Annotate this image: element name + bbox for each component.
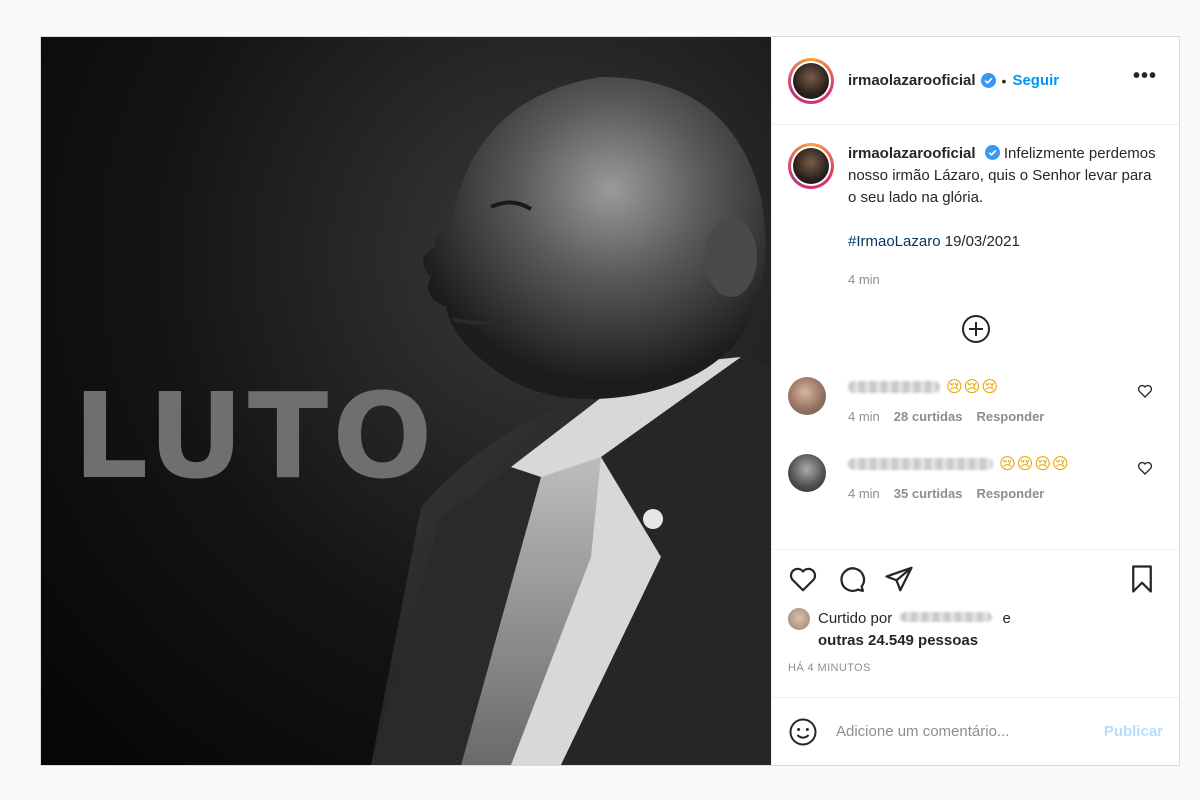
- liked-by-others[interactable]: outras 24.549 pessoas: [818, 632, 978, 649]
- post-header: irmaolazarooficial • Seguir •••: [772, 37, 1179, 125]
- post-caption: irmaolazarooficial Infelizmente perdemos…: [788, 143, 1163, 291]
- comment-emojis: 😢😢😢😢: [999, 456, 1070, 473]
- liked-by-conj: e: [1002, 610, 1011, 627]
- caption-username[interactable]: irmaolazarooficial: [848, 145, 976, 162]
- commenter-avatar[interactable]: [788, 454, 826, 492]
- blurred-liker-username[interactable]: [900, 612, 993, 622]
- author-username[interactable]: irmaolazarooficial: [848, 72, 976, 89]
- post-photo[interactable]: LUTO: [41, 37, 771, 765]
- comment-time: 4 min: [848, 486, 880, 501]
- follow-button[interactable]: Seguir: [1012, 72, 1059, 89]
- like-heart-icon[interactable]: [788, 564, 818, 594]
- post-actions: Curtido por e outras 24.549 pessoas HÁ 4…: [772, 549, 1179, 697]
- comment-likes[interactable]: 28 curtidas: [894, 409, 963, 424]
- verified-badge-icon: [980, 73, 996, 88]
- author-avatar[interactable]: [788, 57, 834, 104]
- share-paper-plane-icon[interactable]: [884, 564, 914, 594]
- like-comment-heart-icon[interactable]: [1137, 460, 1153, 476]
- caption-date: 19/03/2021: [944, 233, 1020, 250]
- comment-emojis: 😢😢😢: [946, 379, 1000, 396]
- caption-time: 4 min: [848, 272, 880, 287]
- comment-time: 4 min: [848, 409, 880, 424]
- comment-meta: 4 min 35 curtidas Responder: [848, 486, 1070, 501]
- blurred-username[interactable]: [848, 381, 940, 393]
- liker-avatar[interactable]: [788, 608, 810, 630]
- reply-button[interactable]: Responder: [976, 486, 1044, 501]
- add-comment-input[interactable]: [836, 723, 1104, 740]
- commenter-avatar[interactable]: [788, 377, 826, 415]
- comment-likes[interactable]: 35 curtidas: [894, 486, 963, 501]
- caption-avatar[interactable]: [788, 143, 834, 189]
- add-comment-bar: Publicar: [772, 697, 1179, 765]
- comment-bubble-icon[interactable]: [836, 564, 866, 594]
- comment-item: 😢😢😢😢 4 min 35 curtidas Responder: [788, 454, 1163, 501]
- like-comment-heart-icon[interactable]: [1137, 383, 1153, 399]
- save-bookmark-icon[interactable]: [1127, 564, 1157, 594]
- liked-by: Curtido por e outras 24.549 pessoas: [788, 608, 1163, 652]
- luto-overlay-text: LUTO: [73, 367, 437, 505]
- caption-text-block: irmaolazarooficial Infelizmente perdemos…: [848, 143, 1163, 291]
- post-timestamp[interactable]: HÁ 4 MINUTOS: [788, 662, 1163, 674]
- post-side-panel: irmaolazarooficial • Seguir ••• irmaolaz…: [771, 37, 1179, 765]
- reply-button[interactable]: Responder: [976, 409, 1044, 424]
- action-icons: [788, 564, 1163, 594]
- load-more-comments-plus-icon[interactable]: [961, 315, 990, 343]
- blurred-username[interactable]: [848, 458, 993, 470]
- liked-by-prefix: Curtido por: [818, 610, 893, 627]
- more-options-icon[interactable]: •••: [1133, 66, 1157, 86]
- separator-dot: •: [1001, 72, 1007, 89]
- comments-section: irmaolazarooficial Infelizmente perdemos…: [772, 125, 1179, 549]
- load-more-comments: [788, 315, 1163, 343]
- liked-by-text: Curtido por e outras 24.549 pessoas: [818, 608, 1011, 652]
- comment-meta: 4 min 28 curtidas Responder: [848, 409, 1044, 424]
- emoji-smiley-icon[interactable]: [788, 717, 818, 747]
- verified-badge-icon: [984, 145, 1000, 160]
- comment-body: 😢😢😢 4 min 28 curtidas Responder: [848, 377, 1044, 424]
- caption-hashtag[interactable]: #IrmaoLazaro: [848, 233, 941, 250]
- comment-body: 😢😢😢😢 4 min 35 curtidas Responder: [848, 454, 1070, 501]
- publish-button[interactable]: Publicar: [1104, 723, 1163, 740]
- comment-item: 😢😢😢 4 min 28 curtidas Responder: [788, 377, 1163, 424]
- instagram-post: LUTO irmaolazarooficial • Seguir ••• irm…: [40, 36, 1180, 766]
